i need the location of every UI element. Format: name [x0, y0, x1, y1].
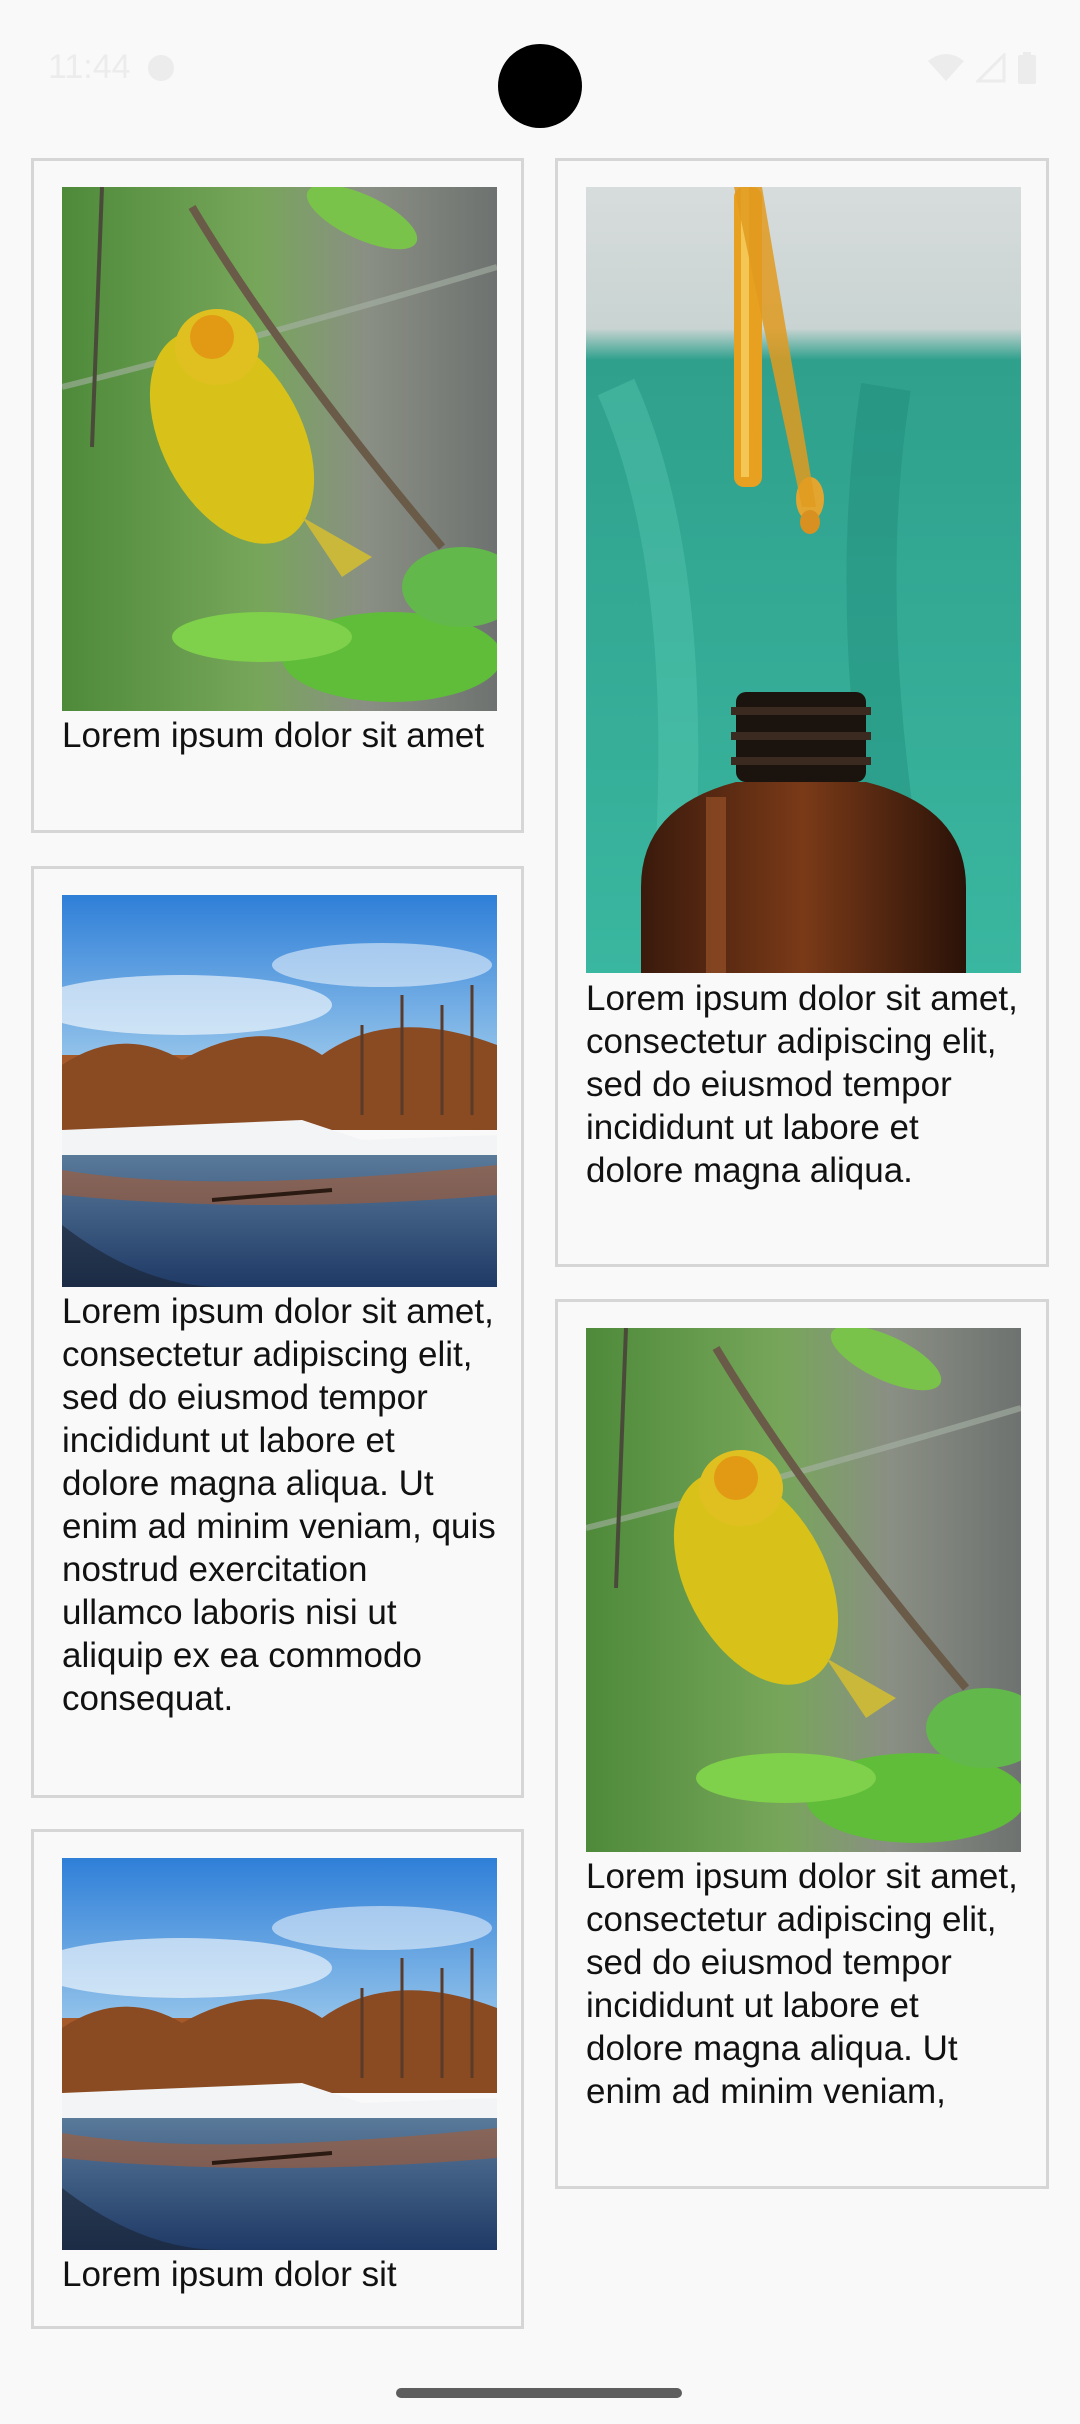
signal-icon [976, 53, 1006, 83]
battery-icon [1018, 52, 1036, 84]
camera-cutout [498, 44, 582, 128]
bird-photo [586, 1328, 1021, 1852]
dropper-photo [586, 187, 1021, 973]
card-caption: Lorem ipsum dolor sit amet, consectetur … [62, 1292, 496, 1718]
grid-card[interactable]: Lorem ipsum dolor sit amet, consectetur … [31, 866, 524, 1798]
river-photo [62, 1858, 497, 2250]
river-photo [62, 895, 497, 1287]
status-bar: 11:44 [0, 0, 1080, 140]
card-caption: Lorem ipsum dolor sit amet, consectetur … [586, 1857, 1018, 2111]
card-caption: Lorem ipsum dolor sit [62, 2255, 397, 2294]
wifi-icon [928, 53, 964, 83]
bird-photo [62, 187, 497, 711]
grid-card[interactable]: Lorem ipsum dolor sit [31, 1829, 524, 2329]
grid-card[interactable]: Lorem ipsum dolor sit amet, consectetur … [555, 158, 1049, 1267]
settings-icon [148, 55, 174, 81]
home-indicator[interactable] [396, 2388, 682, 2398]
status-icons [928, 52, 1036, 84]
card-caption: Lorem ipsum dolor sit amet, consectetur … [586, 979, 1018, 1190]
card-caption: Lorem ipsum dolor sit amet [62, 716, 485, 755]
grid-card[interactable]: Lorem ipsum dolor sit amet, consectetur … [555, 1299, 1049, 2189]
grid-card[interactable]: Lorem ipsum dolor sit amet [31, 158, 524, 833]
status-time: 11:44 [48, 48, 131, 86]
